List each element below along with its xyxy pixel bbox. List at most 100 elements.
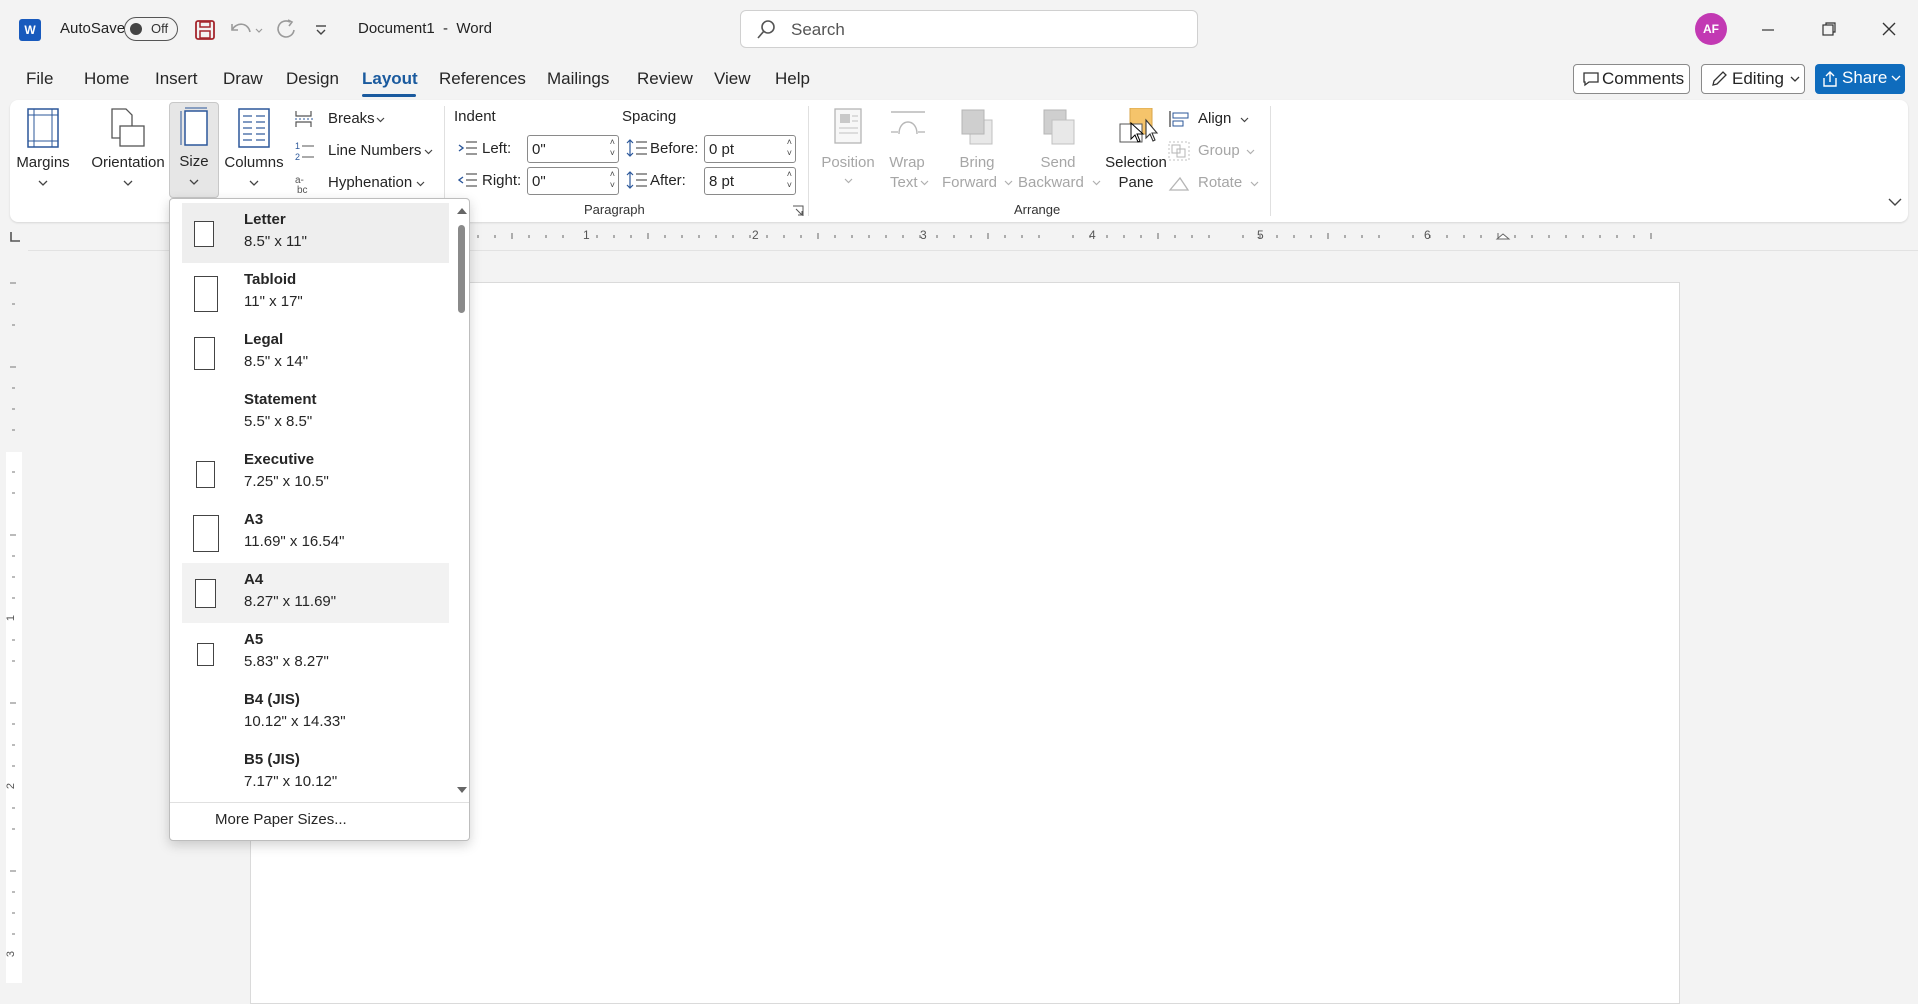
rotate-icon [1168, 176, 1190, 191]
orientation-icon [111, 108, 145, 147]
tab-review[interactable]: Review [637, 69, 693, 89]
group-button[interactable]: Group [1166, 140, 1266, 164]
word-logo-icon: W [19, 19, 41, 41]
breaks-button[interactable]: Breaks [292, 108, 432, 132]
paper-size-a3[interactable]: A3 11.69" x 16.54" [182, 503, 449, 563]
tab-mailings[interactable]: Mailings [547, 69, 609, 89]
hyphenation-button[interactable]: a- bc Hyphenation [292, 172, 442, 196]
paper-size-name: A4 [244, 571, 264, 588]
undo-icon[interactable] [228, 18, 264, 40]
paragraph-group-label: Paragraph [584, 202, 645, 217]
tab-draw[interactable]: Draw [223, 69, 263, 89]
collapse-ribbon-icon[interactable] [1888, 198, 1902, 207]
editing-mode-button[interactable]: Editing [1701, 64, 1805, 94]
scroll-thumb[interactable] [458, 225, 465, 313]
wrap-text-label-2: Text [890, 174, 918, 191]
tab-view[interactable]: View [714, 69, 751, 89]
wrap-text-button[interactable]: Wrap Text [882, 106, 932, 196]
tab-layout[interactable]: Layout [362, 69, 418, 89]
paper-icon [197, 643, 214, 666]
tab-selector-icon[interactable] [8, 230, 22, 244]
avatar[interactable]: AF [1695, 13, 1727, 45]
tab-home[interactable]: Home [84, 69, 129, 89]
spacing-before-input[interactable]: 0 pt ˄ ˅ [704, 135, 796, 163]
svg-text:2: 2 [295, 152, 300, 162]
redo-icon[interactable] [276, 18, 300, 40]
search-box[interactable]: Search [740, 10, 1198, 48]
line-numbers-label: Line Numbers [328, 142, 422, 159]
paper-size-statement[interactable]: Statement 5.5" x 8.5" [182, 383, 449, 443]
right-indent-marker[interactable] [1495, 233, 1511, 240]
tab-references[interactable]: References [439, 69, 526, 89]
hyphenation-icon: a- bc [295, 175, 308, 194]
customize-toolbar-icon[interactable] [314, 24, 328, 36]
title-bar: W AutoSave Off Document1 - Word Search A… [0, 0, 1918, 58]
line-numbers-button[interactable]: 1 2 Line Numbers [292, 140, 442, 164]
orientation-button[interactable]: Orientation [88, 106, 168, 196]
send-backward-button[interactable]: Send Backward [1018, 106, 1104, 196]
indent-header: Indent [454, 108, 496, 125]
paper-size-a4[interactable]: A4 8.27" x 11.69" [182, 563, 449, 623]
restore-icon[interactable] [1821, 21, 1837, 37]
paper-size-executive[interactable]: Executive 7.25" x 10.5" [182, 443, 449, 503]
horizontal-ruler[interactable] [440, 230, 1660, 242]
line-numbers-icon: 1 2 [295, 141, 314, 162]
group-separator [808, 106, 809, 216]
chevron-down-icon [249, 180, 259, 186]
tab-insert[interactable]: Insert [155, 69, 198, 89]
tab-help[interactable]: Help [775, 69, 810, 89]
selection-pane-button[interactable]: Selection Pane [1096, 106, 1176, 196]
autosave-toggle[interactable]: Off [124, 17, 178, 41]
indent-right-input[interactable]: 0" ˄ ˅ [527, 167, 619, 195]
spinner-arrows-icon[interactable]: ˄ ˅ [787, 137, 792, 159]
position-button[interactable]: Position [820, 106, 876, 196]
columns-button[interactable]: Columns [224, 106, 284, 196]
chevron-down-icon [844, 178, 853, 184]
spinner-arrows-icon[interactable]: ˄ ˅ [610, 137, 615, 159]
paper-size-b4-jis[interactable]: B4 (JIS) 10.12" x 14.33" [182, 683, 449, 743]
ruler-number: 6 [1424, 228, 1431, 242]
paper-size-tabloid[interactable]: Tabloid 11" x 17" [182, 263, 449, 323]
paper-size-name: Statement [244, 391, 317, 408]
dialog-launcher-icon[interactable] [792, 205, 804, 217]
paper-size-a5[interactable]: A5 5.83" x 8.27" [182, 623, 449, 683]
spacing-after-input[interactable]: 8 pt ˄ ˅ [704, 167, 796, 195]
minimize-icon[interactable] [1760, 22, 1776, 38]
rotate-button[interactable]: Rotate [1166, 172, 1266, 196]
columns-icon [238, 108, 270, 148]
paper-size-letter[interactable]: Letter 8.5" x 11" [182, 203, 449, 263]
align-button[interactable]: Align [1166, 108, 1266, 132]
toggle-knob [130, 23, 142, 35]
more-paper-sizes-link[interactable]: More Paper Sizes... [215, 811, 347, 828]
margins-button[interactable]: Margins [16, 106, 70, 196]
indent-left-icon [458, 141, 477, 155]
group-icon [1168, 141, 1190, 161]
selection-pane-label-2: Pane [1118, 174, 1154, 191]
size-button[interactable]: Size [169, 102, 219, 198]
comments-button[interactable]: Comments [1573, 64, 1690, 94]
paper-size-b5-jis[interactable]: B5 (JIS) 7.17" x 10.12" [182, 743, 449, 803]
scroll-down-icon[interactable] [456, 785, 468, 795]
spacing-after-label: After: [650, 172, 686, 189]
bring-forward-icon [961, 109, 993, 145]
paper-size-name: Letter [244, 211, 286, 228]
send-backward-label-1: Send [1040, 154, 1076, 171]
spacing-after-icon [626, 171, 647, 189]
spinner-arrows-icon[interactable]: ˄ ˅ [610, 169, 615, 191]
save-icon[interactable] [194, 19, 216, 41]
search-icon [757, 20, 775, 39]
tab-design[interactable]: Design [286, 69, 339, 89]
tab-file[interactable]: File [26, 69, 53, 89]
spinner-arrows-icon[interactable]: ˄ ˅ [787, 169, 792, 191]
close-icon[interactable] [1881, 21, 1897, 37]
share-button[interactable]: Share [1815, 64, 1905, 94]
paper-size-dims: 8.27" x 11.69" [244, 593, 337, 610]
paper-size-legal[interactable]: Legal 8.5" x 14" [182, 323, 449, 383]
paper-icon [196, 461, 215, 488]
indent-left-input[interactable]: 0" ˄ ˅ [527, 135, 619, 163]
dropdown-scrollbar[interactable] [454, 205, 468, 797]
bring-forward-button[interactable]: Bring Forward [940, 106, 1014, 196]
scroll-up-icon[interactable] [456, 205, 468, 215]
menu-divider [170, 802, 469, 803]
arrange-group-label: Arrange [1014, 202, 1061, 217]
